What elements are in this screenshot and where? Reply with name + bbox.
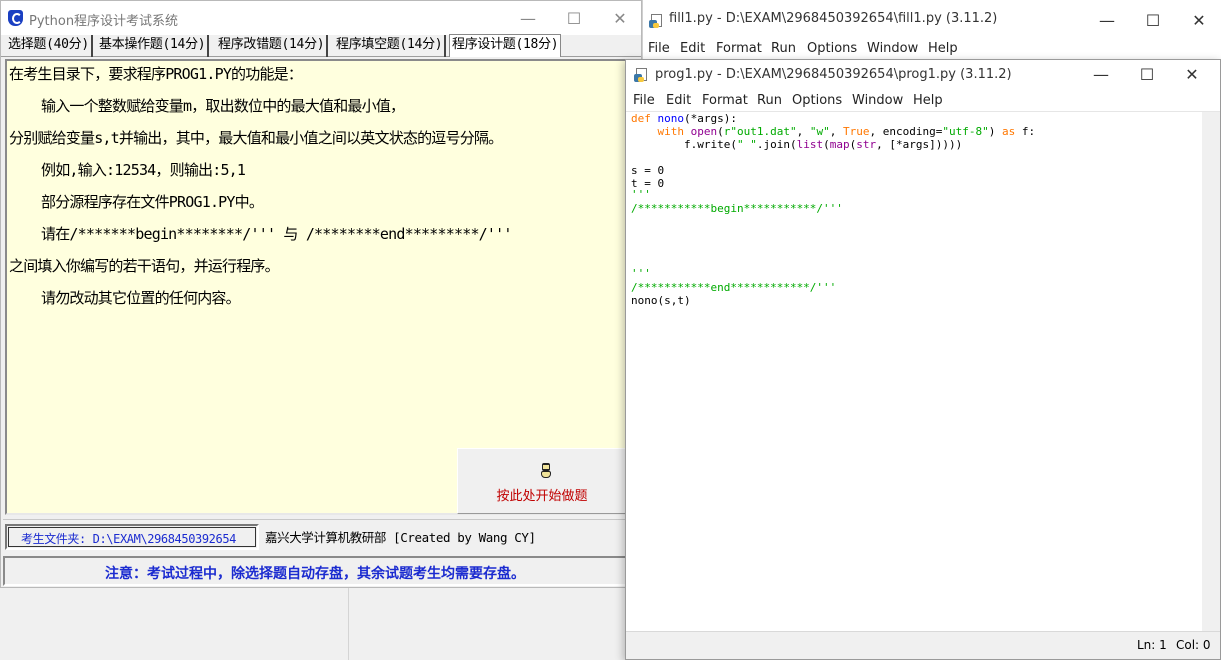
fill1-maximize-icon[interactable]: ☐	[1130, 6, 1176, 34]
prog1-minimize-icon[interactable]: —	[1078, 60, 1124, 88]
python-file-icon	[649, 13, 664, 28]
code-editor[interactable]: def nono(*args): with open(r"out1.dat", …	[626, 112, 1202, 632]
prog1-titlebar[interactable]: prog1.py - D:\EXAM\2968450392654\prog1.p…	[626, 60, 1220, 90]
pointing-hand-icon	[540, 463, 552, 479]
question-tabs: 选择题(40分) 基本操作题(14分) 程序改错题(14分) 程序填空题(14分…	[1, 34, 641, 57]
question-text: 分别赋给变量s,t并输出，其中，最大值和最小值之间以英文状态的逗号分隔。	[9, 129, 503, 147]
notice-text: 注意：考试过程中，除选择题自动存盘，其余试题考生均需要存盘。	[105, 566, 525, 582]
question-panel: 在考生目录下，要求程序PROG1.PY的功能是： 输入一个整数赋给变量m，取出数…	[5, 59, 627, 515]
code-line: with open(r"out1.dat", "w", True, encodi…	[657, 125, 1036, 138]
fill1-menu-help[interactable]: Help	[928, 41, 958, 56]
question-text: 例如,输入:12534，则输出:5,1	[41, 161, 246, 179]
code-line: nono(s,t)	[631, 294, 691, 307]
prog1-menu-help[interactable]: Help	[913, 93, 943, 108]
code-line: '''	[631, 188, 651, 201]
prog1-close-icon[interactable]: ✕	[1169, 60, 1215, 88]
prog1-menu-options[interactable]: Options	[792, 93, 842, 108]
code-line: /***********begin***********/'''	[631, 202, 843, 215]
prog1-editor-window: prog1.py - D:\EXAM\2968450392654\prog1.p…	[625, 59, 1221, 660]
examinee-folder-button[interactable]: 考生文件夹: D:\EXAM\2968450392654	[5, 524, 259, 550]
prog1-statusbar: Ln: 1 Col: 0	[626, 631, 1220, 659]
fill1-title: fill1.py - D:\EXAM\2968450392654\fill1.p…	[669, 11, 998, 26]
exam-minimize-icon[interactable]: —	[505, 4, 551, 32]
fill1-close-icon[interactable]: ✕	[1176, 6, 1221, 34]
code-line: def nono(*args):	[631, 112, 737, 125]
code-line: /***********end************/'''	[631, 281, 837, 294]
fill1-menu-file[interactable]: File	[648, 41, 670, 56]
code-line: '''	[631, 267, 651, 280]
shield-icon	[8, 10, 23, 26]
exam-titlebar[interactable]: Python程序设计考试系统 — ☐ ✕	[1, 1, 641, 35]
examinee-folder-label: 考生文件夹: D:\EXAM\2968450392654	[21, 532, 236, 546]
prog1-menubar: File Edit Format Run Options Window Help	[626, 90, 1220, 112]
question-text: 请在/*******begin********/''' 与 /********e…	[41, 225, 512, 243]
notice-bar: 注意：考试过程中，除选择题自动存盘，其余试题考生均需要存盘。	[3, 556, 627, 586]
tab-error-correction[interactable]: 程序改错题(14分)	[216, 35, 329, 57]
prog1-menu-edit[interactable]: Edit	[666, 93, 691, 108]
line-number: Ln: 1	[1137, 638, 1167, 652]
prog1-scrollbar[interactable]	[1202, 112, 1220, 632]
question-text: 请勿改动其它位置的任何内容。	[41, 289, 241, 307]
start-answering-label: 按此处开始做题	[496, 489, 588, 504]
fill1-titlebar[interactable]: fill1.py - D:\EXAM\2968450392654\fill1.p…	[643, 0, 1221, 38]
desktop-divider	[348, 588, 349, 660]
prog1-menu-run[interactable]: Run	[757, 93, 782, 108]
tab-multiple-choice[interactable]: 选择题(40分)	[6, 35, 93, 57]
fill1-menu-run[interactable]: Run	[771, 41, 796, 56]
fill1-menu-options[interactable]: Options	[807, 41, 857, 56]
tab-fill-blank[interactable]: 程序填空题(14分)	[334, 35, 447, 57]
question-text: 部分源程序存在文件PROG1.PY中。	[41, 193, 264, 211]
prog1-menu-format[interactable]: Format	[702, 93, 748, 108]
python-file-icon	[634, 67, 649, 82]
fill1-menu-window[interactable]: Window	[867, 41, 918, 56]
exam-title: Python程序设计考试系统	[29, 14, 179, 29]
tab-program-design[interactable]: 程序设计题(18分)	[449, 34, 562, 57]
prog1-title: prog1.py - D:\EXAM\2968450392654\prog1.p…	[655, 67, 1012, 82]
exam-maximize-icon[interactable]: ☐	[551, 4, 597, 32]
prog1-maximize-icon[interactable]: ☐	[1124, 60, 1170, 88]
code-line: s = 0	[631, 164, 665, 177]
credit-text: 嘉兴大学计算机教研部 [Created by Wang CY]	[265, 530, 536, 545]
exam-status-row: 考生文件夹: D:\EXAM\2968450392654 嘉兴大学计算机教研部 …	[3, 519, 627, 553]
tab-basic-operation[interactable]: 基本操作题(14分)	[97, 35, 210, 57]
fill1-menu-edit[interactable]: Edit	[680, 41, 705, 56]
prog1-menu-file[interactable]: File	[633, 93, 655, 108]
desktop-background	[0, 588, 626, 660]
question-text: 输入一个整数赋给变量m，取出数位中的最大值和最小值，	[41, 97, 405, 115]
question-text: 之间填入你编写的若干语句，并运行程序。	[9, 257, 280, 275]
column-number: Col: 0	[1176, 638, 1211, 652]
exam-close-icon[interactable]: ✕	[597, 4, 643, 32]
fill1-menu-format[interactable]: Format	[716, 41, 762, 56]
start-answering-button[interactable]: 按此处开始做题	[457, 448, 627, 514]
question-text: 在考生目录下，要求程序PROG1.PY的功能是：	[9, 65, 303, 83]
code-line: f.write(" ".join(list(map(str, [*args]))…	[631, 138, 963, 151]
exam-window: Python程序设计考试系统 — ☐ ✕ 选择题(40分) 基本操作题(14分)…	[0, 0, 642, 588]
prog1-menu-window[interactable]: Window	[852, 93, 903, 108]
fill1-minimize-icon[interactable]: —	[1084, 6, 1130, 34]
fill1-menubar: File Edit Format Run Options Window Help	[643, 38, 1221, 60]
